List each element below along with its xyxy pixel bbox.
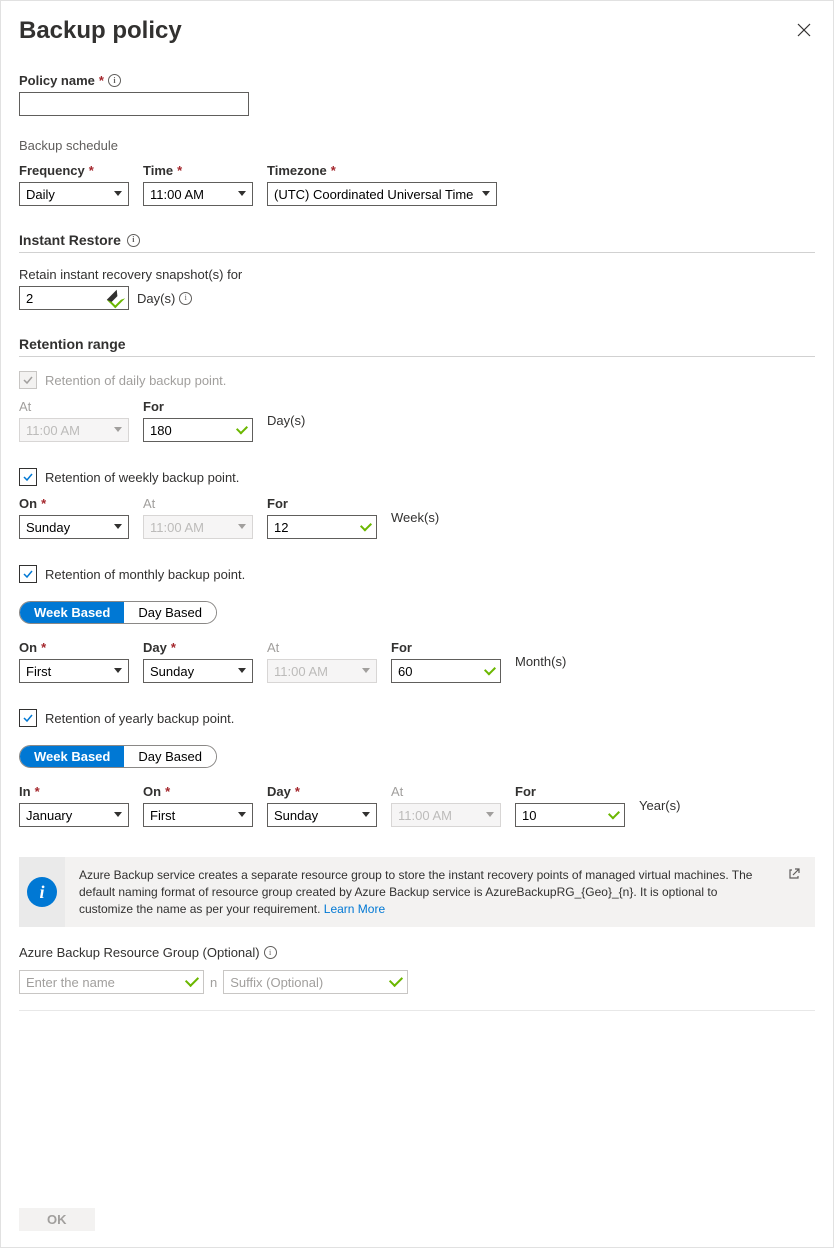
yearly-retention-label: Retention of yearly backup point.	[45, 711, 234, 726]
frequency-select[interactable]: Daily	[19, 182, 129, 206]
monthly-at-select: 11:00 AM	[267, 659, 377, 683]
yearly-for-input[interactable]	[515, 803, 625, 827]
yearly-day-select[interactable]: Sunday	[267, 803, 377, 827]
snapshot-days-select[interactable]: 2	[19, 286, 129, 310]
yearly-unit: Year(s)	[639, 794, 680, 818]
daily-at-label: At	[19, 399, 129, 414]
divider	[19, 356, 815, 357]
time-label: Time *	[143, 163, 253, 178]
weekly-on-select[interactable]: Sunday	[19, 515, 129, 539]
info-icon[interactable]: i	[264, 946, 277, 959]
weekly-on-label: On *	[19, 496, 129, 511]
monthly-on-label: On *	[19, 640, 129, 655]
divider	[19, 252, 815, 253]
daily-retention-checkbox	[19, 371, 37, 389]
yearly-at-select: 11:00 AM	[391, 803, 501, 827]
external-link-icon[interactable]	[787, 857, 805, 927]
yearly-day-label: Day *	[267, 784, 377, 799]
ok-button[interactable]: OK	[19, 1208, 95, 1231]
monthly-day-based[interactable]: Day Based	[124, 602, 216, 623]
time-select[interactable]: 11:00 AM	[143, 182, 253, 206]
monthly-unit: Month(s)	[515, 650, 566, 674]
yearly-in-label: In *	[19, 784, 129, 799]
monthly-day-label: Day *	[143, 640, 253, 655]
weekly-retention-checkbox[interactable]	[19, 468, 37, 486]
backup-policy-panel: Backup policy Policy name * i Backup sch…	[0, 0, 834, 1248]
close-button[interactable]	[793, 19, 815, 44]
yearly-basis-toggle[interactable]: Week Based Day Based	[19, 745, 217, 768]
retention-range-header: Retention range	[19, 336, 815, 352]
info-icon[interactable]: i	[127, 234, 140, 247]
yearly-week-based[interactable]: Week Based	[20, 746, 124, 767]
monthly-week-based[interactable]: Week Based	[20, 602, 124, 623]
rg-name-input[interactable]	[19, 970, 204, 994]
monthly-at-label: At	[267, 640, 377, 655]
info-icon[interactable]: i	[108, 74, 121, 87]
page-title: Backup policy	[19, 17, 182, 45]
rg-suffix-input[interactable]	[223, 970, 408, 994]
monthly-for-input[interactable]	[391, 659, 501, 683]
timezone-label: Timezone *	[267, 163, 497, 178]
weekly-for-input[interactable]	[267, 515, 377, 539]
retain-snapshot-label: Retain instant recovery snapshot(s) for	[19, 267, 242, 282]
monthly-retention-checkbox[interactable]	[19, 565, 37, 583]
info-icon: i	[27, 877, 57, 907]
snapshot-unit: Day(s) i	[137, 286, 192, 310]
panel-header: Backup policy	[19, 17, 815, 45]
info-text: Azure Backup service creates a separate …	[79, 857, 773, 927]
weekly-at-label: At	[143, 496, 253, 511]
weekly-retention-label: Retention of weekly backup point.	[45, 470, 239, 485]
daily-unit: Day(s)	[267, 409, 305, 433]
yearly-in-select[interactable]: January	[19, 803, 129, 827]
monthly-basis-toggle[interactable]: Week Based Day Based	[19, 601, 217, 624]
info-icon[interactable]: i	[179, 292, 192, 305]
info-icon-col: i	[19, 857, 65, 927]
rg-separator: n	[210, 975, 217, 990]
daily-for-label: For	[143, 399, 253, 414]
instant-restore-header: Instant Restore i	[19, 232, 815, 248]
timezone-select[interactable]: (UTC) Coordinated Universal Time	[267, 182, 497, 206]
frequency-label: Frequency *	[19, 163, 129, 178]
weekly-unit: Week(s)	[391, 506, 439, 530]
close-icon	[797, 23, 811, 37]
policy-name-input[interactable]	[19, 92, 249, 116]
daily-at-select: 11:00 AM	[19, 418, 129, 442]
monthly-for-label: For	[391, 640, 501, 655]
monthly-retention-label: Retention of monthly backup point.	[45, 567, 245, 582]
learn-more-link[interactable]: Learn More	[324, 902, 385, 916]
rg-label: Azure Backup Resource Group (Optional) i	[19, 945, 277, 960]
divider	[19, 1010, 815, 1011]
daily-for-input[interactable]	[143, 418, 253, 442]
policy-name-label: Policy name * i	[19, 73, 815, 88]
weekly-at-select: 11:00 AM	[143, 515, 253, 539]
monthly-on-select[interactable]: First	[19, 659, 129, 683]
info-box: i Azure Backup service creates a separat…	[19, 857, 815, 927]
yearly-on-select[interactable]: First	[143, 803, 253, 827]
yearly-day-based[interactable]: Day Based	[124, 746, 216, 767]
yearly-retention-checkbox[interactable]	[19, 709, 37, 727]
daily-retention-label: Retention of daily backup point.	[45, 373, 226, 388]
yearly-on-label: On *	[143, 784, 253, 799]
yearly-for-label: For	[515, 784, 625, 799]
weekly-for-label: For	[267, 496, 377, 511]
monthly-day-select[interactable]: Sunday	[143, 659, 253, 683]
yearly-at-label: At	[391, 784, 501, 799]
backup-schedule-label: Backup schedule	[19, 138, 815, 153]
